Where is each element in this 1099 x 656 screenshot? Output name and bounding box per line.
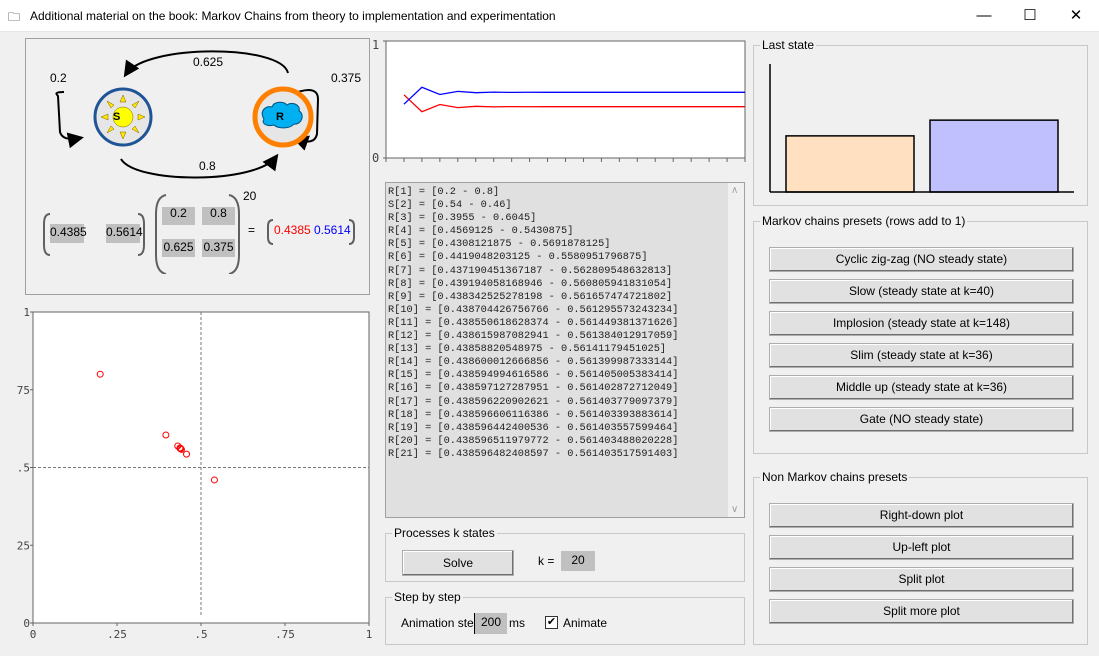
y-tick-label: .25 xyxy=(15,539,30,552)
markov-presets-group: Markov chains presets (rows add to 1) Cy… xyxy=(753,214,1088,454)
log-scrollbar[interactable]: ∧ ∨ xyxy=(728,183,744,517)
x-tick-label: 1 xyxy=(366,628,373,641)
results-log[interactable]: R[1] = [0.2 - 0.8] S[2] = [0.54 - 0.46] R[… xyxy=(385,182,745,518)
log-line: R[9] = [0.438342525278198 - 0.5616574747… xyxy=(388,290,673,303)
ms-label: ms xyxy=(509,616,525,630)
line-chart-area: 10 xyxy=(368,38,750,168)
preset-right-down-button[interactable]: Right-down plot xyxy=(769,503,1074,528)
log-line: R[14] = [0.438600012666856 - 0.561399987… xyxy=(388,356,679,369)
animation-step-input[interactable]: 200 xyxy=(474,613,507,634)
result-r: 0.5614 xyxy=(314,223,351,237)
matrix-cell-ss[interactable]: 0.2 xyxy=(162,207,195,225)
title-bar: 🗀 Additional material on the book: Marko… xyxy=(0,0,1099,32)
x-tick-label: .25 xyxy=(107,628,127,641)
matrix-cell-sr[interactable]: 0.8 xyxy=(202,207,235,225)
preset-split-more-button[interactable]: Split more plot xyxy=(769,599,1074,624)
prob-s-s: 0.2 xyxy=(50,71,67,85)
app-icon: 🗀 xyxy=(8,10,21,24)
log-line: R[18] = [0.438596606116386 - 0.561403393… xyxy=(388,408,679,421)
diagram-panel: S R 0.2 0.625 0.375 0.8 0.4385 0.5614 0.… xyxy=(25,38,370,295)
animate-checkbox[interactable]: ✔ xyxy=(545,616,558,629)
k-label: k = xyxy=(538,554,555,568)
non-markov-presets-group: Non Markov chains presets Right-down plo… xyxy=(753,470,1088,645)
solve-button[interactable]: Solve xyxy=(402,550,514,576)
matrix-power: 20 xyxy=(243,189,257,203)
matrix-cell-rs[interactable]: 0.625 xyxy=(162,239,195,257)
log-line: R[20] = [0.438596511979772 - 0.561403488… xyxy=(388,434,679,447)
y-tick-label: 0 xyxy=(23,617,30,630)
prob-r-s: 0.625 xyxy=(193,55,224,69)
animate-label[interactable]: Animate xyxy=(563,616,607,630)
scatter-plot: 0 1 .25 .75 .5 .5 .75 .25 1 0 xyxy=(10,306,373,641)
processes-group-label: Processes k states xyxy=(392,526,497,540)
log-line: R[19] = [0.438596442400536 - 0.561403557… xyxy=(388,421,679,434)
log-line: R[12] = [0.438615987082941 - 0.561384012… xyxy=(388,330,679,343)
x-tick-label: .75 xyxy=(275,628,295,641)
arrow-s-to-s xyxy=(55,91,84,149)
vector-cell-r[interactable]: 0.5614 xyxy=(106,224,143,243)
log-line: R[6] = [0.4419048203125 - 0.558095179687… xyxy=(388,251,648,264)
k-input[interactable]: 20 xyxy=(561,551,595,571)
preset-cyclic-zigzag-button[interactable]: Cyclic zig-zag (NO steady state) xyxy=(769,247,1074,272)
log-lines: R[1] = [0.2 - 0.8] S[2] = [0.54 - 0.46] R[… xyxy=(388,186,678,461)
y-tick-label: 0 xyxy=(372,151,379,165)
close-button[interactable]: ✕ xyxy=(1053,0,1099,31)
state-s-label: S xyxy=(113,111,121,123)
scatter-plot-area: 0 1 .25 .75 .5 .5 .75 .25 1 0 xyxy=(10,300,375,645)
x-tick-label: 0 xyxy=(30,628,37,641)
line-chart: 10 xyxy=(372,38,746,165)
preset-split-button[interactable]: Split plot xyxy=(769,567,1074,592)
state-bar-1 xyxy=(929,119,1059,193)
y-tick-label: .75 xyxy=(15,384,30,397)
vector-cell-s[interactable]: 0.4385 xyxy=(50,224,87,243)
log-line: R[13] = [0.43858820548975 - 0.5614117945… xyxy=(388,343,667,356)
line-chart-plot xyxy=(385,40,746,159)
log-line: R[21] = [0.438596482408597 - 0.561403517… xyxy=(388,447,679,460)
log-line: R[5] = [0.4308121875 - 0.5691878125] xyxy=(388,238,611,251)
step-group: Step by step Animation step 200 ms ✔ Ani… xyxy=(385,590,745,645)
prob-s-r: 0.8 xyxy=(199,159,216,173)
markov-presets-label: Markov chains presets (rows add to 1) xyxy=(760,214,968,228)
scroll-up-icon[interactable]: ∧ xyxy=(731,185,738,196)
equals-sign: = xyxy=(248,223,256,237)
y-tick-label: 1 xyxy=(23,306,30,319)
preset-implosion-button[interactable]: Implosion (steady state at k=148) xyxy=(769,311,1074,336)
minimize-button[interactable]: — xyxy=(961,0,1007,31)
non-markov-presets-label: Non Markov chains presets xyxy=(760,470,910,484)
x-tick-label: .5 xyxy=(194,628,207,641)
last-state-group: Last state xyxy=(753,38,1088,206)
matrix-cell-rr[interactable]: 0.375 xyxy=(202,239,235,257)
log-line: R[3] = [0.3955 - 0.6045] xyxy=(388,212,537,225)
log-line: R[7] = [0.437190451367187 - 0.5628095486… xyxy=(388,264,673,277)
preset-slow-button[interactable]: Slow (steady state at k=40) xyxy=(769,279,1074,304)
scroll-down-icon[interactable]: ∨ xyxy=(731,504,738,515)
log-line: R[17] = [0.438596220902621 - 0.561403779… xyxy=(388,395,679,408)
step-group-label: Step by step xyxy=(392,590,463,604)
sun-icon xyxy=(100,94,146,140)
result-s: 0.4385 xyxy=(274,223,311,237)
maximize-button[interactable]: ☐ xyxy=(1007,0,1053,31)
prob-r-r: 0.375 xyxy=(331,71,362,85)
y-tick-label: 1 xyxy=(372,38,379,52)
state-s xyxy=(93,87,153,147)
log-line: R[4] = [0.4569125 - 0.5430875] xyxy=(388,225,574,238)
processes-group: Processes k states Solve k = 20 xyxy=(385,526,745,582)
log-line: S[2] = [0.54 - 0.46] xyxy=(388,199,512,212)
log-line: R[10] = [0.438704426756766 - 0.561295573… xyxy=(388,303,679,316)
preset-middle-up-button[interactable]: Middle up (steady state at k=36) xyxy=(769,375,1074,400)
preset-up-left-button[interactable]: Up-left plot xyxy=(769,535,1074,560)
log-line: R[1] = [0.2 - 0.8] xyxy=(388,186,500,198)
last-state-bar-chart xyxy=(769,64,1074,193)
log-line: R[16] = [0.438597127287951 - 0.561402872… xyxy=(388,382,679,395)
log-line: R[15] = [0.438594994616586 - 0.561405005… xyxy=(388,369,679,382)
animation-step-label: Animation step xyxy=(401,616,481,630)
log-line: R[8] = [0.439194058168946 - 0.5608059418… xyxy=(388,277,673,290)
preset-gate-button[interactable]: Gate (NO steady state) xyxy=(769,407,1074,432)
preset-slim-button[interactable]: Slim (steady state at k=36) xyxy=(769,343,1074,368)
state-r-label: R xyxy=(276,111,284,123)
log-line: R[11] = [0.438550618628374 - 0.561449381… xyxy=(388,316,679,329)
window-title: Additional material on the book: Markov … xyxy=(30,9,556,23)
state-bar-0 xyxy=(785,135,915,193)
y-tick-label: .5 xyxy=(17,462,30,475)
